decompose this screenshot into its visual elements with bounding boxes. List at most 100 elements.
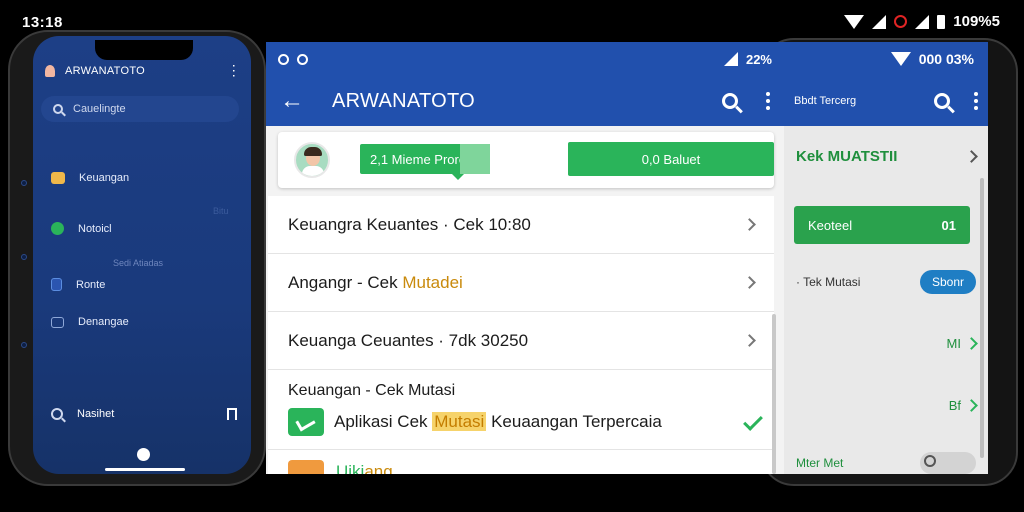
featured-text: Aplikasi Cek Mutasi Keuaangan Terpercaia <box>334 412 662 431</box>
right-mutasi-row[interactable]: · Tek Mutasi Sbonr <box>784 270 988 294</box>
list-item-text: Uikiang <box>336 462 393 474</box>
more-vert-icon[interactable]: ⋮ <box>227 62 241 79</box>
more-vert-icon[interactable] <box>974 92 978 110</box>
right-status-bar: 000 03% <box>784 42 988 76</box>
list-item-text: Keuanga Ceuantes · 7dk 30250 <box>288 330 529 350</box>
chevron-right-icon <box>965 337 978 350</box>
side-button <box>21 180 27 186</box>
battery-icon <box>937 14 946 29</box>
right-bottom-label: Mter Met <box>796 456 844 470</box>
search-icon[interactable] <box>934 93 950 109</box>
profile-card: 2,1 Mieme Prorer 0,0 Baluet <box>278 132 774 188</box>
right-app-screen: 000 03% Bbdt Tercerg Kek MUATSTII Keotee… <box>784 42 988 474</box>
search-toggle[interactable] <box>920 452 976 474</box>
drawer-item-label: Notoicl <box>78 222 112 235</box>
chevron-right-icon <box>965 150 978 163</box>
avatar-icon <box>45 64 55 77</box>
search-icon <box>53 104 63 114</box>
status-icons: 109%5 <box>844 13 1000 30</box>
clock-icon <box>51 408 63 420</box>
drawer-item-denangae[interactable]: Denangae <box>51 316 129 328</box>
badge-tail <box>460 144 490 174</box>
scrollbar[interactable] <box>772 314 776 474</box>
app-title: ARWANATOTO <box>332 89 476 112</box>
center-status-text: 22% <box>745 51 772 67</box>
right-app-bar: Bbdt Tercerg <box>784 76 988 126</box>
drawer-item-label: Keuangan <box>79 172 130 184</box>
battery-level: 109%5 <box>953 13 1000 30</box>
balance-badge-label: 2,1 Mieme Prorer <box>370 151 471 167</box>
home-indicator[interactable] <box>105 468 185 471</box>
app-icon <box>288 460 324 474</box>
drawer-header: ARWANATOTO ⋮ <box>45 62 241 79</box>
right-green-button[interactable]: Keoteel 01 <box>794 206 970 244</box>
right-pill-button[interactable]: Sbonr <box>919 270 976 294</box>
drawer-faint-text: Bitu <box>213 206 229 216</box>
list-item[interactable]: Keuanga Ceuantes · 7dk 30250 <box>268 312 774 370</box>
chevron-right-icon <box>743 334 756 347</box>
shield-icon <box>51 222 64 235</box>
side-button <box>21 342 27 348</box>
right-row-m2[interactable]: Bf <box>784 398 988 413</box>
navigation-drawer: ARWANATOTO ⋮ Cauelingte Bitu Keuangan No… <box>33 36 251 474</box>
right-title: Kek MUATSTII <box>796 148 898 165</box>
right-green-button-value: 01 <box>941 217 956 233</box>
featured-list-item[interactable]: Keuangan - Cek Mutasi Aplikasi Cek Mutas… <box>268 370 774 450</box>
right-appbar-label: Bbdt Tercerg <box>794 95 857 107</box>
list-item[interactable]: Keuangra Keuantes · Cek 10:80 <box>268 196 774 254</box>
mutation-list: Keuangra Keuantes · Cek 10:80 Angangr - … <box>268 196 774 474</box>
drawer-bottom-item[interactable]: Nasihet <box>51 408 237 420</box>
side-button <box>21 254 27 260</box>
center-status-bar: 22% <box>266 42 784 76</box>
document-icon <box>51 278 62 291</box>
featured-title: Keuangan - Cek Mutasi <box>288 382 456 399</box>
right-bottom-row[interactable]: Mter Met <box>784 452 988 474</box>
list-item-text: Keuangra Keuantes · Cek 10:80 <box>288 214 531 234</box>
list-item[interactable]: Uikiang <box>268 450 774 474</box>
wifi-icon <box>844 14 865 29</box>
right-row-m2-label: Bf <box>948 398 961 413</box>
bookmark-icon[interactable] <box>227 408 237 420</box>
status-dots <box>278 53 308 65</box>
chevron-right-icon <box>743 276 756 289</box>
highlight-text: Mutasi <box>432 412 487 431</box>
drawer-bottom-label: Nasihet <box>77 408 115 420</box>
drawer-search-placeholder: Cauelingte <box>73 103 126 115</box>
chevron-right-icon <box>965 399 978 412</box>
drawer-item-label: Ronte <box>76 278 106 291</box>
search-icon[interactable] <box>722 93 738 109</box>
search-icon <box>924 455 936 467</box>
right-row-m1[interactable]: MI <box>784 336 988 351</box>
right-green-button-label: Keoteel <box>808 217 853 233</box>
wifi-icon <box>890 52 911 66</box>
drawer-item-keuangan[interactable]: Keuangan <box>51 172 129 184</box>
list-item[interactable]: Angangr - Cek Mutadei <box>268 254 774 312</box>
wallet-icon <box>51 172 65 184</box>
drawer-sub-label: Sedi Atiadas <box>113 258 164 268</box>
right-mutasi-label: · Tek Mutasi <box>796 275 861 289</box>
drawer-app-name: ARWANATOTO <box>65 64 146 77</box>
drawer-item-ronte[interactable]: Ronte <box>51 278 105 291</box>
center-app-screen: 22% ← ARWANATOTO 2,1 Mieme Prorer 0,0 Ba… <box>266 42 784 474</box>
more-vert-icon[interactable] <box>766 92 770 110</box>
signal-icon <box>872 14 887 29</box>
drawer-item-notoicl[interactable]: Notoicl <box>51 222 112 235</box>
signal-icon <box>723 52 738 66</box>
signal-icon-2 <box>915 14 930 29</box>
drawer-search-input[interactable]: Cauelingte <box>41 96 239 122</box>
alarm-icon <box>894 15 908 28</box>
right-scrollbar[interactable] <box>980 178 984 458</box>
status-button[interactable]: 0,0 Baluet <box>568 142 774 176</box>
status-time: 13:18 <box>22 14 63 31</box>
app-icon <box>288 408 324 436</box>
avatar[interactable] <box>294 142 330 178</box>
featured-line: Aplikasi Cek Mutasi Keuaangan Terpercaia <box>288 408 754 436</box>
home-button[interactable] <box>137 448 150 461</box>
back-arrow-icon[interactable]: ← <box>280 87 310 115</box>
right-title-row[interactable]: Kek MUATSTII <box>784 148 988 165</box>
app-bar: ← ARWANATOTO <box>266 76 784 126</box>
balance-badge[interactable]: 2,1 Mieme Prorer <box>360 144 490 180</box>
highlight-text: Mutadei <box>402 272 463 292</box>
phone-notch <box>95 40 193 60</box>
list-item-text: Angangr - Cek Mutadei <box>288 272 463 292</box>
